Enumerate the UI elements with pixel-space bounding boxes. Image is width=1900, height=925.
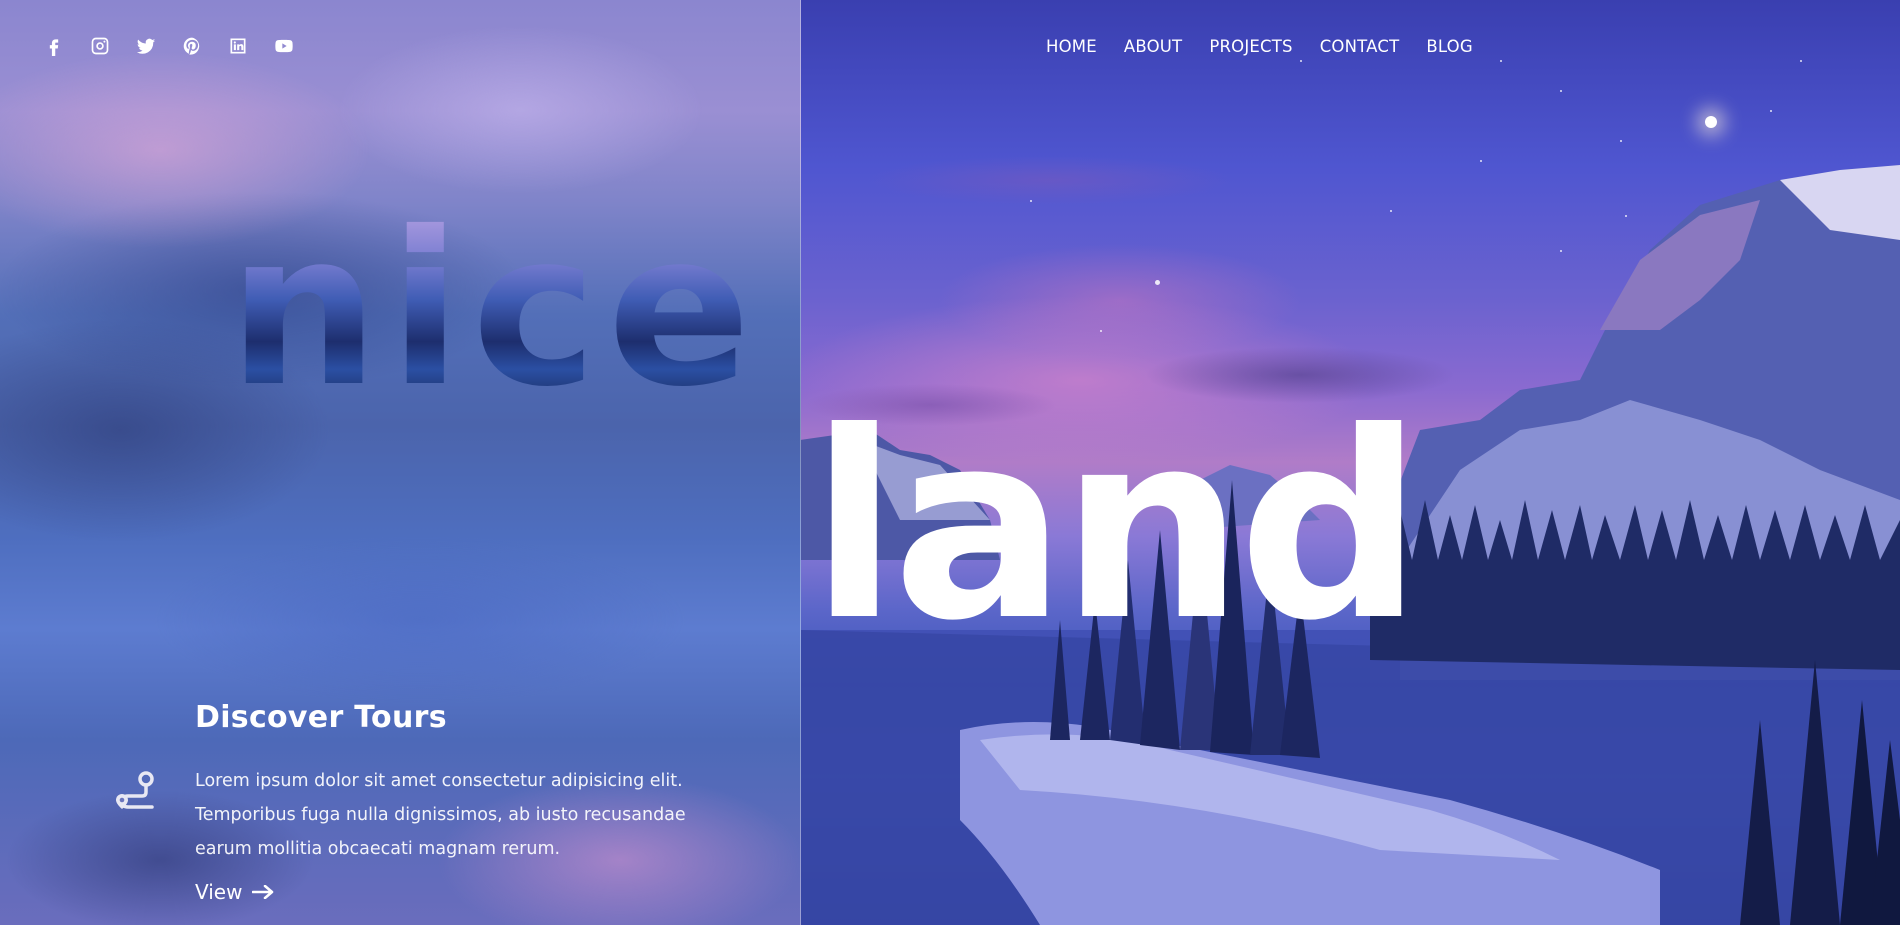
nav-home[interactable]: HOME (1046, 37, 1097, 56)
youtube-icon[interactable] (274, 34, 320, 58)
main-nav: HOME ABOUT PROJECTS CONTACT BLOG (1046, 37, 1473, 56)
view-link[interactable]: View (195, 880, 274, 904)
facebook-icon[interactable] (44, 34, 90, 58)
nav-contact[interactable]: CONTACT (1320, 37, 1400, 56)
nav-blog[interactable]: BLOG (1426, 37, 1473, 56)
twitter-icon[interactable] (136, 34, 182, 58)
instagram-icon[interactable] (90, 34, 136, 58)
discover-description: Lorem ipsum dolor sit amet consectetur a… (195, 771, 686, 859)
arrow-right-icon (252, 885, 274, 899)
view-link-label: View (195, 880, 243, 904)
nav-about[interactable]: ABOUT (1124, 37, 1182, 56)
pinterest-icon[interactable] (182, 34, 228, 58)
nav-projects[interactable]: PROJECTS (1209, 37, 1292, 56)
discover-title: Discover Tours (195, 700, 447, 735)
hero-word-left: nice (228, 186, 762, 433)
linkedin-icon[interactable] (228, 34, 274, 58)
hero-word-right: land (810, 377, 1423, 677)
social-links (44, 34, 320, 58)
route-icon (116, 771, 154, 809)
